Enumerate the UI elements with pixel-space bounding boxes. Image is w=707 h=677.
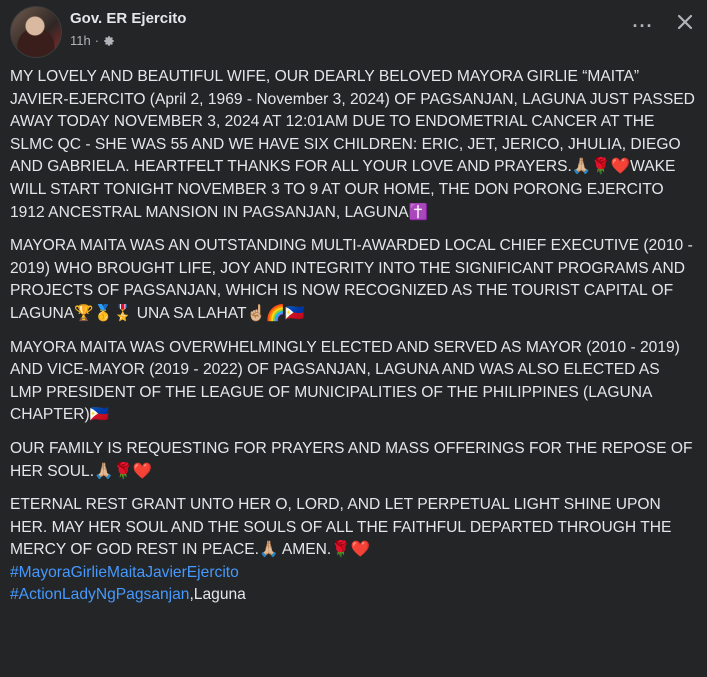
facebook-post: Gov. ER Ejercito 11h · ··· MY LOVELY AND… xyxy=(0,0,707,677)
post-body: MY LOVELY AND BEAUTIFUL WIFE, OUR DEARLY… xyxy=(10,66,695,607)
more-options-button[interactable]: ··· xyxy=(629,12,657,40)
more-options-icon: ··· xyxy=(632,15,654,36)
separator-dot: · xyxy=(94,33,100,48)
author-avatar[interactable] xyxy=(10,6,62,58)
hashtag-suffix: ,Laguna xyxy=(189,586,246,604)
author-name[interactable]: Gov. ER Ejercito xyxy=(70,10,186,27)
hashtag-link[interactable]: #MayoraGirlieMaitaJavierEjercito xyxy=(10,564,239,581)
hashtag-link[interactable]: #ActionLadyNgPagsanjan xyxy=(10,586,189,603)
post-meta: 11h · xyxy=(70,33,115,48)
gear-icon[interactable] xyxy=(103,35,115,47)
post-paragraph: MAYORA MAITA WAS OVERWHELMINGLY ELECTED … xyxy=(10,338,680,424)
post-header: Gov. ER Ejercito 11h · ··· xyxy=(10,4,697,60)
post-paragraph: ETERNAL REST GRANT UNTO HER O, LORD, AND… xyxy=(10,496,672,559)
hashtags: #MayoraGirlieMaitaJavierEjercito #Action… xyxy=(10,562,695,607)
post-paragraph: MAYORA MAITA WAS AN OUTSTANDING MULTI-AW… xyxy=(10,237,693,322)
post-timestamp[interactable]: 11h xyxy=(70,33,91,48)
post-paragraph: MY LOVELY AND BEAUTIFUL WIFE, OUR DEARLY… xyxy=(10,68,695,221)
close-icon[interactable] xyxy=(671,8,699,36)
post-paragraph: OUR FAMILY IS REQUESTING FOR PRAYERS AND… xyxy=(10,439,693,480)
